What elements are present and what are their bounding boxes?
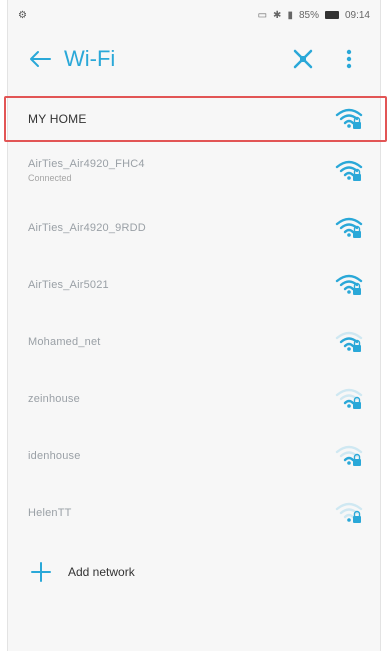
- wifi-signal-icon: [334, 441, 364, 471]
- network-row[interactable]: AirTies_Air4920_FHC4 Connected: [8, 142, 380, 199]
- cast-icon: ▭: [257, 9, 268, 21]
- network-text: HelenTT: [28, 507, 334, 519]
- wifi-lock-icon: [335, 274, 363, 295]
- status-icons: ▭ ✱ ▮ 85% 09:14: [258, 10, 370, 21]
- network-ssid: HelenTT: [28, 506, 72, 519]
- network-row[interactable]: AirTies_Air4920_9RDD: [8, 199, 380, 256]
- plus-icon: [28, 559, 54, 585]
- network-text: AirTies_Air4920_9RDD: [28, 222, 334, 234]
- wifi-signal-icon: [334, 327, 364, 357]
- appbar-actions: [286, 42, 366, 76]
- wifi-lock-icon: [335, 160, 363, 181]
- network-text: MY HOME: [28, 112, 334, 126]
- network-text: AirTies_Air4920_FHC4 Connected: [28, 158, 334, 183]
- arrow-left-icon: [30, 51, 51, 67]
- wifi-lock-icon: [335, 388, 363, 409]
- add-network-button[interactable]: Add network: [8, 541, 380, 603]
- network-ssid: Mohamed_net: [28, 335, 101, 348]
- network-row[interactable]: AirTies_Air5021: [8, 256, 380, 313]
- notification-icon: ⚙: [18, 9, 27, 21]
- network-ssid: MY HOME: [28, 112, 87, 126]
- network-row[interactable]: HelenTT: [8, 484, 380, 541]
- network-row[interactable]: Mohamed_net: [8, 313, 380, 370]
- bluetooth-icon: ✱: [273, 9, 282, 21]
- network-text: AirTies_Air5021: [28, 279, 334, 291]
- battery-percent: 85%: [298, 9, 319, 21]
- wifi-lock-icon: [335, 108, 363, 129]
- add-network-label: Add network: [68, 565, 135, 579]
- network-ssid: AirTies_Air4920_FHC4: [28, 158, 145, 170]
- network-text: idenhouse: [28, 450, 334, 462]
- wifi-signal-icon: [334, 213, 364, 243]
- status-bar: ⚙ ▭ ✱ ▮ 85% 09:14: [8, 0, 380, 30]
- page-title: Wi-Fi: [64, 46, 116, 71]
- wifi-lock-icon: [335, 502, 363, 523]
- more-options-button[interactable]: [332, 42, 366, 76]
- network-ssid: zeinhouse: [28, 392, 80, 405]
- network-ssid: idenhouse: [28, 449, 81, 462]
- wifi-direct-button[interactable]: [286, 42, 320, 76]
- network-list: MY HOME AirTies_Air4920_FHC4 Connected Ai…: [4, 96, 387, 603]
- wifi-direct-icon: [293, 49, 313, 69]
- wifi-lock-icon: [335, 445, 363, 466]
- clock: 09:14: [344, 9, 370, 21]
- network-row[interactable]: MY HOME: [4, 96, 387, 142]
- network-ssid: AirTies_Air5021: [28, 278, 109, 291]
- wifi-lock-icon: [335, 331, 363, 352]
- wifi-signal-icon: [334, 156, 364, 186]
- wifi-signal-icon: [334, 104, 364, 134]
- network-text: zeinhouse: [28, 393, 334, 405]
- back-button[interactable]: [22, 41, 58, 77]
- network-row[interactable]: idenhouse: [8, 427, 380, 484]
- network-row[interactable]: zeinhouse: [8, 370, 380, 427]
- wifi-signal-icon: [334, 270, 364, 300]
- battery-icon: [324, 11, 339, 19]
- wifi-signal-icon: [334, 498, 364, 528]
- more-vert-icon: [346, 49, 352, 69]
- network-text: Mohamed_net: [28, 336, 334, 348]
- wifi-signal-icon: [334, 384, 364, 414]
- app-bar: Wi-Fi: [8, 30, 380, 88]
- network-ssid: AirTies_Air4920_9RDD: [28, 221, 146, 234]
- wifi-lock-icon: [335, 217, 363, 238]
- phone-screen: ⚙ ▭ ✱ ▮ 85% 09:14 Wi-Fi MY HOME AirTies_…: [4, 0, 387, 651]
- signal-icon: ▮: [287, 9, 293, 21]
- network-status: Connected: [28, 173, 72, 183]
